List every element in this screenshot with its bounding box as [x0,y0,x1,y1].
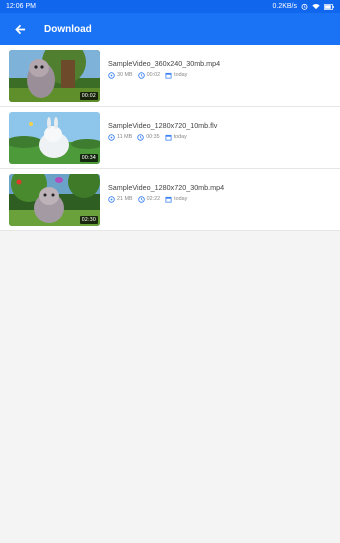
clock-icon [137,133,144,141]
video-thumbnail: 02:30 [9,173,100,226]
status-time: 12:06 PM [6,3,36,10]
video-name: SampleVideo_1280x720_30mb.mp4 [108,182,225,192]
video-duration: 02:22 [146,196,161,202]
size-meta: 11 MB [108,133,133,141]
duration-badge: 00:02 [79,91,98,100]
duration-meta: 02:22 [137,195,161,203]
video-size: 11 MB [117,134,133,140]
date-meta: today [165,196,187,203]
storage-icon [108,71,115,79]
calendar-icon [165,196,172,203]
duration-badge: 00:34 [79,153,98,162]
video-item[interactable]: 00:34 SampleVideo_1280x720_10mb.flv 11 M… [0,107,340,169]
status-icons: 0.2KB/s [272,3,334,10]
video-date: today [173,134,187,140]
duration-badge: 02:30 [79,215,98,224]
video-date: today [174,196,188,202]
size-meta: 21 MB [108,195,133,203]
size-meta: 30 MB [108,71,133,79]
calendar-icon [165,72,172,79]
video-item[interactable]: 02:30 SampleVideo_1280x720_30mb.mp4 21 M… [0,169,340,231]
clock-icon [137,195,145,203]
video-item[interactable]: 00:02 SampleVideo_360x240_30mb.mp4 30 MB… [0,45,340,107]
video-duration: 00:02 [146,72,161,78]
battery-icon [324,3,334,10]
storage-icon [108,133,115,141]
wifi-icon [312,4,320,10]
status-bar: 12:06 PM 0.2KB/s [0,0,340,13]
duration-meta: 00:35 [137,133,160,141]
storage-icon [108,195,115,203]
app-bar: Download [0,13,340,45]
alarm-icon [301,3,308,10]
duration-meta: 00:02 [137,71,161,79]
video-list: 00:02 SampleVideo_360x240_30mb.mp4 30 MB… [0,45,340,231]
video-size: 21 MB [117,196,133,202]
back-button[interactable] [0,13,40,45]
page-title: Download [44,23,92,35]
video-duration: 00:35 [146,134,160,140]
calendar-icon [165,134,172,141]
video-name: SampleVideo_360x240_30mb.mp4 [108,58,221,68]
date-meta: today [165,134,187,141]
video-date: today [174,72,188,78]
network-speed: 0.2KB/s [272,3,297,10]
arrow-left-icon [14,24,25,34]
date-meta: today [165,72,187,79]
video-name: SampleVideo_1280x720_10mb.flv [108,120,218,130]
video-size: 30 MB [117,72,133,78]
clock-icon [137,71,145,79]
video-thumbnail: 00:02 [9,49,100,102]
video-thumbnail: 00:34 [9,111,100,164]
